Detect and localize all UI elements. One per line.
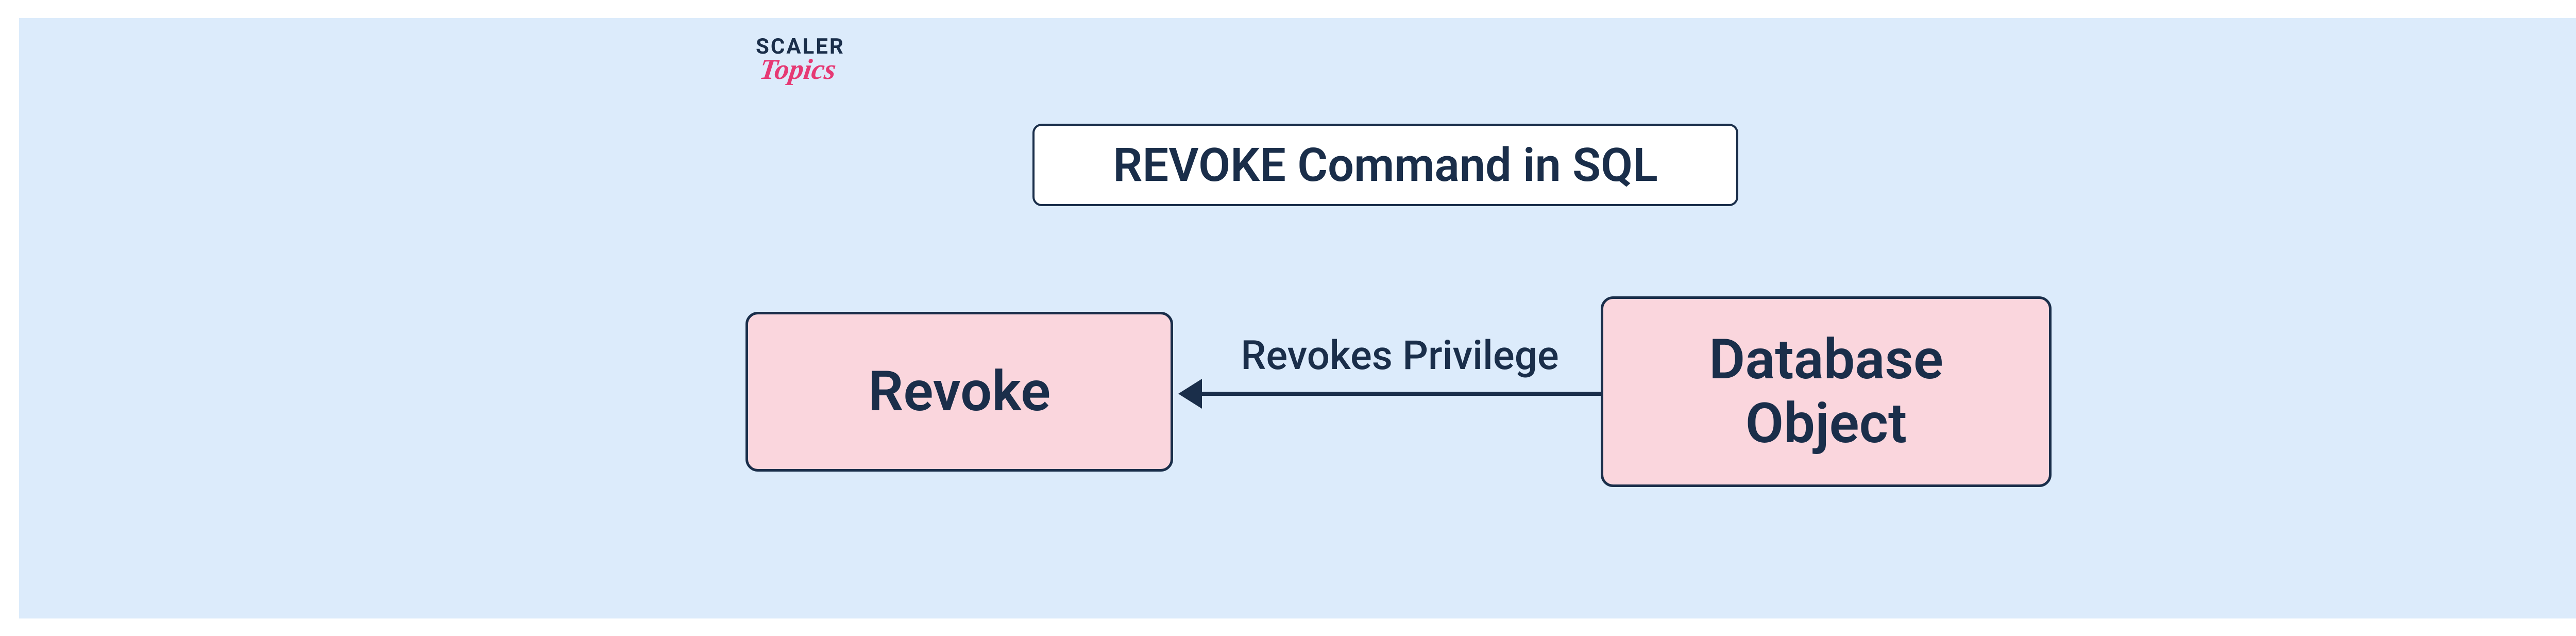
diagram-title: REVOKE Command in SQL xyxy=(1113,138,1657,192)
diagram-canvas: SCALER Topics REVOKE Command in SQL Revo… xyxy=(19,18,2576,618)
diagram-title-box: REVOKE Command in SQL xyxy=(1032,124,1738,206)
logo-topics-text: Topics xyxy=(758,57,837,82)
revoke-node: Revoke xyxy=(745,312,1173,472)
revoke-node-label: Revoke xyxy=(868,359,1051,424)
database-object-label-line2: Object xyxy=(1745,392,1907,456)
arrow-label: Revokes Privilege xyxy=(1212,332,1588,379)
arrow-line xyxy=(1196,392,1601,396)
database-object-node: Database Object xyxy=(1601,296,2052,487)
database-object-label-line1: Database xyxy=(1709,328,1943,392)
scaler-topics-logo: SCALER Topics xyxy=(756,36,845,82)
arrow-head-icon xyxy=(1178,379,1202,409)
